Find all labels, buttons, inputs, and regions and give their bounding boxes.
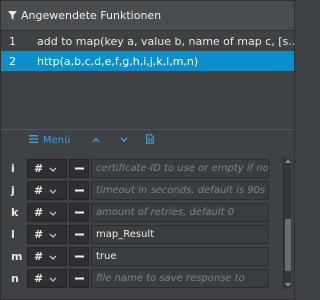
vertical-scrollbar[interactable] <box>283 157 291 289</box>
param-value-input[interactable]: timeout in seconds, default is 90s <box>91 180 269 200</box>
param-type-select[interactable]: # <box>27 246 67 266</box>
menu-label: Menü <box>43 135 71 146</box>
menu-button[interactable]: Menü <box>29 130 70 152</box>
param-value-input[interactable]: file name to save response to <box>91 268 269 288</box>
document-button[interactable] <box>146 130 155 152</box>
param-type: # <box>34 227 44 241</box>
functions-window: Angewendete Funktionen 1 add to map(key … <box>0 0 295 300</box>
param-remove-button[interactable] <box>69 268 89 288</box>
param-type-select[interactable]: # <box>27 224 67 244</box>
move-up-button[interactable] <box>92 130 100 152</box>
param-type: # <box>34 271 44 285</box>
param-remove-button[interactable] <box>69 202 89 222</box>
param-value-input[interactable]: certificate-ID to use or empty if no <box>91 158 269 178</box>
param-letter: j <box>11 183 15 197</box>
param-letter: l <box>11 227 15 241</box>
function-number: 2 <box>9 54 16 68</box>
param-row: i # certificate-ID to use or empty if no <box>1 157 294 179</box>
chevron-down-icon <box>49 162 57 175</box>
chevron-up-icon <box>92 135 100 146</box>
param-value-input[interactable]: amount of retries, default 0 <box>91 202 269 222</box>
chevron-down-icon <box>49 272 57 285</box>
param-row: j # timeout in seconds, default is 90s <box>1 179 294 201</box>
param-row: k # amount of retries, default 0 <box>1 201 294 223</box>
param-remove-button[interactable] <box>69 180 89 200</box>
param-type-select[interactable]: # <box>27 202 67 222</box>
param-remove-button[interactable] <box>69 246 89 266</box>
minus-icon <box>74 277 84 279</box>
function-row[interactable]: 1 add to map(key a, value b, name of map… <box>1 31 294 51</box>
param-type: # <box>34 161 44 175</box>
param-type: # <box>34 205 44 219</box>
panel-header: Angewendete Funktionen <box>1 1 294 31</box>
param-row: m # true <box>1 245 294 267</box>
param-letter: k <box>11 205 19 219</box>
hamburger-icon <box>29 135 38 146</box>
param-type-select[interactable]: # <box>27 180 67 200</box>
function-text: add to map(key a, value b, name of map c… <box>37 34 294 48</box>
minus-icon <box>74 233 84 235</box>
scroll-down-arrow-icon[interactable] <box>284 281 292 289</box>
chevron-down-icon <box>120 135 128 146</box>
param-value-input[interactable]: map_Result <box>91 224 269 244</box>
chevron-down-icon <box>49 228 57 241</box>
filter-icon <box>7 11 17 21</box>
panel-title: Angewendete Funktionen <box>21 9 162 22</box>
param-remove-button[interactable] <box>69 224 89 244</box>
function-list: 1 add to map(key a, value b, name of map… <box>1 31 294 71</box>
param-value-input[interactable]: true <box>91 246 269 266</box>
chevron-down-icon <box>49 206 57 219</box>
param-type-select[interactable]: # <box>27 268 67 288</box>
param-letter: i <box>11 161 15 175</box>
param-type-select[interactable]: # <box>27 158 67 178</box>
scroll-up-arrow-icon[interactable] <box>284 157 292 165</box>
parameter-grid: i # certificate-ID to use or empty if no… <box>1 157 294 289</box>
move-down-button[interactable] <box>120 130 128 152</box>
function-text: http(a,b,c,d,e,f,g,h,i,j,k,l,m,n) <box>37 54 199 68</box>
function-list-empty-area <box>1 71 294 131</box>
minus-icon <box>74 189 84 191</box>
chevron-down-icon <box>49 250 57 263</box>
chevron-down-icon <box>49 184 57 197</box>
param-type: # <box>34 183 44 197</box>
function-row-selected[interactable]: 2 http(a,b,c,d,e,f,g,h,i,j,k,l,m,n) <box>1 51 294 71</box>
param-letter: m <box>11 249 23 263</box>
minus-icon <box>74 255 84 257</box>
param-remove-button[interactable] <box>69 158 89 178</box>
minus-icon <box>74 167 84 169</box>
minus-icon <box>74 211 84 213</box>
function-number: 1 <box>9 34 16 48</box>
param-letter: n <box>11 271 19 285</box>
document-icon <box>146 134 155 147</box>
param-type: # <box>34 249 44 263</box>
param-row: l # map_Result <box>1 223 294 245</box>
scrollbar-thumb[interactable] <box>285 219 291 271</box>
toolbar: Menü <box>1 129 294 151</box>
param-row: n # file name to save response to <box>1 267 294 289</box>
